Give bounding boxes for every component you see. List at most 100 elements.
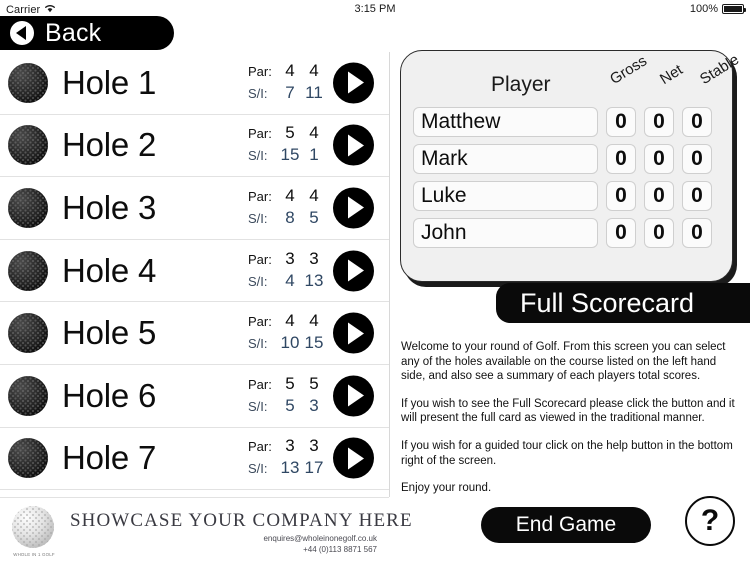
stable-score-cell: 0 bbox=[682, 181, 712, 211]
par-value-2: 3 bbox=[309, 436, 319, 456]
par-value-2: 4 bbox=[309, 185, 319, 205]
column-header-player: Player bbox=[491, 73, 551, 96]
golf-ball-icon bbox=[8, 438, 48, 479]
pane-divider bbox=[389, 52, 390, 497]
par-label: Par: bbox=[248, 188, 272, 204]
play-hole-button[interactable] bbox=[333, 437, 374, 479]
play-hole-button[interactable] bbox=[333, 187, 374, 229]
play-hole-button[interactable] bbox=[333, 124, 374, 166]
par-value-2: 4 bbox=[309, 311, 319, 331]
help-button[interactable]: ? bbox=[685, 496, 735, 546]
hole-name-label: Hole 6 bbox=[62, 376, 157, 414]
golf-ball-icon bbox=[8, 375, 48, 416]
si-label: S/I: bbox=[248, 398, 268, 414]
player-name-field[interactable]: Luke bbox=[413, 181, 598, 211]
question-mark-icon: ? bbox=[700, 504, 720, 537]
par-value-2: 5 bbox=[309, 373, 319, 393]
ad-email: enquires@wholeinonegolf.co.uk bbox=[263, 534, 377, 543]
gross-score-cell: 0 bbox=[606, 181, 636, 211]
gross-score-cell: 0 bbox=[606, 144, 636, 174]
player-name-field[interactable]: Matthew bbox=[413, 107, 598, 137]
play-hole-button[interactable] bbox=[333, 62, 374, 104]
scorecard-player-row: Luke 0 0 0 bbox=[413, 181, 720, 211]
scorecard-header: Player Gross Net Stable bbox=[413, 51, 742, 107]
si-line: S/I: 5 3 bbox=[248, 396, 328, 418]
stable-score-cell: 0 bbox=[682, 107, 712, 137]
par-value-1: 5 bbox=[285, 373, 295, 393]
par-line: Par: 5 4 bbox=[248, 123, 328, 145]
hole-row[interactable]: Hole 1 Par: 4 4 S/I: 7 11 bbox=[0, 52, 390, 115]
play-triangle-icon bbox=[348, 134, 364, 157]
golf-ball-icon bbox=[8, 125, 48, 166]
back-button[interactable]: Back bbox=[0, 16, 174, 50]
hole-row[interactable]: Hole 2 Par: 5 4 S/I: 15 1 bbox=[0, 115, 390, 178]
hole-name-label: Hole 4 bbox=[62, 251, 157, 289]
hole-name-label: Hole 1 bbox=[62, 63, 157, 101]
hole-name-label: Hole 5 bbox=[62, 314, 157, 352]
ad-headline: SHOWCASE YOUR COMPANY HERE bbox=[70, 510, 413, 531]
par-label: Par: bbox=[248, 314, 272, 330]
hole-name-label: Hole 3 bbox=[62, 188, 157, 226]
hole-name-label: Hole 7 bbox=[62, 439, 157, 477]
back-button-label: Back bbox=[45, 18, 102, 47]
si-value-2: 17 bbox=[304, 458, 324, 478]
hole-row[interactable]: Hole 4 Par: 3 3 S/I: 4 13 bbox=[0, 240, 390, 303]
par-label: Par: bbox=[248, 376, 272, 392]
play-hole-button[interactable] bbox=[333, 312, 374, 354]
par-value-1: 3 bbox=[285, 436, 295, 456]
gross-score-cell: 0 bbox=[606, 107, 636, 137]
welcome-paragraph-3: If you wish for a guided tour click on t… bbox=[401, 439, 733, 467]
si-label: S/I: bbox=[248, 210, 268, 226]
par-line: Par: 4 4 bbox=[248, 311, 328, 333]
play-triangle-icon bbox=[348, 196, 364, 219]
par-label: Par: bbox=[248, 439, 272, 455]
player-name-field[interactable]: Mark bbox=[413, 144, 598, 174]
end-game-label: End Game bbox=[515, 513, 617, 536]
hole-row[interactable]: Hole 7 Par: 3 3 S/I: 13 17 bbox=[0, 428, 390, 491]
si-value-1: 10 bbox=[280, 333, 300, 353]
hole-stats: Par: 4 4 S/I: 10 15 bbox=[248, 311, 328, 355]
scorecard-player-row: Matthew 0 0 0 bbox=[413, 107, 720, 137]
play-hole-button[interactable] bbox=[333, 250, 374, 292]
si-line: S/I: 4 13 bbox=[248, 271, 328, 293]
si-value-2: 1 bbox=[309, 145, 319, 165]
hole-row[interactable]: Hole 3 Par: 4 4 S/I: 8 5 bbox=[0, 177, 390, 240]
hole-row[interactable]: Hole 8Par:54S/I:29 bbox=[0, 490, 390, 497]
si-value-2: 15 bbox=[304, 333, 324, 353]
golf-app-screen: Carrier 3:15 PM 100% Back Hole 1 Par: 4 4 S/… bbox=[0, 0, 750, 563]
si-value-1: 13 bbox=[280, 458, 300, 478]
hole-row[interactable]: Hole 5 Par: 4 4 S/I: 10 15 bbox=[0, 302, 390, 365]
advertisement-banner[interactable]: WHOLE IN 1 GOLF SHOWCASE YOUR COMPANY HE… bbox=[0, 497, 413, 563]
hole-row[interactable]: Hole 6 Par: 5 5 S/I: 5 3 bbox=[0, 365, 390, 428]
par-line: Par: 4 4 bbox=[248, 186, 328, 208]
play-triangle-icon bbox=[348, 322, 364, 345]
par-line: Par: 5 5 bbox=[248, 374, 328, 396]
welcome-paragraph-1: Welcome to your round of Golf. From this… bbox=[401, 341, 726, 383]
hole-list[interactable]: Hole 1 Par: 4 4 S/I: 7 11 Hole 2 Par: 5 4 S/I: 15 1 Ho… bbox=[0, 52, 390, 497]
par-line: Par: 3 3 bbox=[248, 436, 328, 458]
ad-phone: +44 (0)113 8871 567 bbox=[303, 545, 377, 554]
si-value-2: 5 bbox=[309, 207, 319, 227]
si-line: S/I: 7 11 bbox=[248, 83, 328, 105]
si-value-2: 13 bbox=[304, 270, 324, 290]
welcome-paragraph-4: Enjoy your round. bbox=[401, 482, 492, 495]
net-score-cell: 0 bbox=[644, 181, 674, 211]
play-hole-button[interactable] bbox=[333, 375, 374, 417]
end-game-button[interactable]: End Game bbox=[481, 507, 651, 543]
net-score-cell: 0 bbox=[644, 107, 674, 137]
scorecard-player-row: Mark 0 0 0 bbox=[413, 144, 720, 174]
status-bar-time: 3:15 PM bbox=[354, 3, 396, 15]
hole-stats: Par: 4 4 S/I: 8 5 bbox=[248, 186, 328, 230]
scorecard-rows: Matthew 0 0 0 Mark 0 0 0 Luke 0 0 0 John 0 0 0 bbox=[413, 107, 720, 248]
full-scorecard-button[interactable]: Full Scorecard bbox=[496, 283, 750, 323]
si-label: S/I: bbox=[248, 273, 268, 289]
si-line: S/I: 8 5 bbox=[248, 208, 328, 230]
hole-stats: Par: 4 4 S/I: 7 11 bbox=[248, 61, 328, 105]
si-label: S/I: bbox=[248, 461, 268, 477]
column-header-net: Net bbox=[656, 61, 686, 88]
welcome-text: Welcome to your round of Golf. From this… bbox=[401, 340, 737, 496]
play-triangle-icon bbox=[348, 259, 364, 282]
golf-ball-icon bbox=[8, 187, 48, 228]
play-triangle-icon bbox=[348, 384, 364, 407]
player-name-field[interactable]: John bbox=[413, 218, 598, 248]
